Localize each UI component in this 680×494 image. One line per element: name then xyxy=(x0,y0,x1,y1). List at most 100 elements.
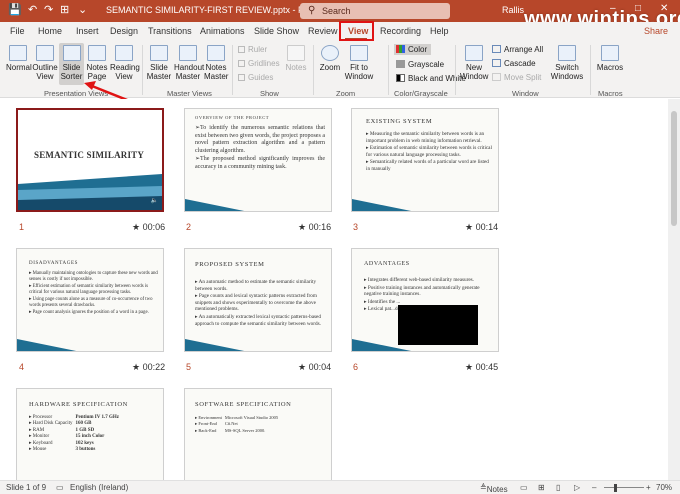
ruler-checkbox[interactable]: Ruler xyxy=(238,45,267,54)
slide-master-icon xyxy=(150,45,168,61)
fit-to-window-button[interactable]: Fit to Window xyxy=(344,45,374,81)
guides-checkbox[interactable]: Guides xyxy=(238,73,273,82)
handout-master-button[interactable]: Handout Master xyxy=(174,45,205,81)
gridlines-checkbox[interactable]: Gridlines xyxy=(238,59,280,68)
slide-bullet: ▸ Positive training instances and automa… xyxy=(364,284,480,298)
undo-icon[interactable]: ↶ xyxy=(28,3,37,17)
slide-sorter-status-icon[interactable]: ⊞ xyxy=(538,483,545,492)
group-separator xyxy=(142,45,143,95)
notes-master-button[interactable]: Notes Master xyxy=(204,45,228,81)
color-button[interactable]: Color xyxy=(394,44,432,55)
slide-title: EXISTING SYSTEM xyxy=(366,118,433,125)
outline-view-button[interactable]: Outline View xyxy=(32,45,58,81)
status-bar: Slide 1 of 9 ▭ English (Ireland) ≜ Notes… xyxy=(0,480,680,494)
bullet-text: An automatic method to estimate the sema… xyxy=(195,279,317,292)
vertical-scrollbar[interactable] xyxy=(668,99,680,480)
zoom-in-icon[interactable]: + xyxy=(646,483,651,492)
move-split-button[interactable]: Move Split xyxy=(492,73,541,82)
reading-view-icon xyxy=(115,45,133,61)
tab-insert[interactable]: Insert xyxy=(76,26,99,36)
slide-bullet: ▸ Estimation of semantic similarity betw… xyxy=(366,145,492,158)
slide-bullet: ▸ Semantically related words of a partic… xyxy=(366,159,489,172)
user-name[interactable]: Rallis xyxy=(502,5,524,15)
slide-thumbnail-2[interactable]: OVERVIEW OF THE PROJECT ➢To identify the… xyxy=(184,108,332,212)
zoom-slider[interactable] xyxy=(604,487,644,488)
zoom-level[interactable]: 70% xyxy=(656,483,672,492)
bullet-text: Manually maintaining ontologies to captu… xyxy=(29,271,158,282)
tab-slide-show[interactable]: Slide Show xyxy=(254,26,299,36)
search-placeholder: Search xyxy=(322,6,351,16)
normal-view-status-icon[interactable]: ▭ xyxy=(520,483,528,492)
slide-time-value: 00:22 xyxy=(142,362,166,372)
zoom-button[interactable]: Zoom xyxy=(317,45,343,72)
zoom-out-icon[interactable]: – xyxy=(592,483,596,492)
black-white-icon xyxy=(396,74,405,82)
reading-view-button[interactable]: Reading View xyxy=(110,45,140,81)
notes-button[interactable]: Notes xyxy=(284,45,308,72)
move-split-label: Move Split xyxy=(504,73,542,82)
autosave-icon[interactable]: 💾 xyxy=(8,3,22,17)
search-icon: ⚲ xyxy=(308,5,316,16)
black-and-white-label: Black and White xyxy=(408,74,466,83)
slide-thumbnail-7[interactable]: HARDWARE SPECIFICATION ▸ Processor Pentiu… xyxy=(16,388,164,480)
normal-view-button[interactable]: Normal xyxy=(6,45,32,72)
switch-windows-label: Switch Windows xyxy=(550,63,584,81)
tab-review[interactable]: Review xyxy=(308,26,338,36)
slide-thumbnail-6[interactable]: ADVANTAGES ▸ Integrates different web-ba… xyxy=(351,248,499,352)
slide-time-value: 00:45 xyxy=(475,362,499,372)
redo-icon[interactable]: ↷ xyxy=(44,3,53,17)
tab-home[interactable]: Home xyxy=(38,26,62,36)
tab-file[interactable]: File xyxy=(10,26,25,36)
slide-number: 1 xyxy=(19,222,25,232)
reading-view-status-icon[interactable]: ▯ xyxy=(556,483,560,492)
slide-thumbnail-5[interactable]: PROPOSED SYSTEM ▸ An automatic method to… xyxy=(184,248,332,352)
tab-animations[interactable]: Animations xyxy=(200,26,245,36)
table-row: ▸ Back-End MS-SQL Server 2000. xyxy=(195,428,281,434)
slide-title: DISADVANTAGES xyxy=(29,261,78,266)
notes-icon xyxy=(287,45,305,61)
slide-sorter-button[interactable]: Slide Sorter xyxy=(59,43,84,85)
slide-thumbnail-1[interactable]: SEMANTIC SIMILARITY 🔈 xyxy=(16,108,164,212)
share-button[interactable]: Share xyxy=(644,26,668,36)
slideshow-status-icon[interactable]: ▷ xyxy=(574,483,580,492)
bullet-text: Estimation of semantic similarity betwee… xyxy=(366,145,492,158)
new-window-button[interactable]: New Window xyxy=(460,45,488,81)
slide-bullets: ▸ An automatic method to estimate the se… xyxy=(195,279,325,328)
customize-toolbar-icon[interactable]: ⌄ xyxy=(78,3,87,17)
handout-master-label: Handout Master xyxy=(174,63,205,81)
tab-transitions[interactable]: Transitions xyxy=(148,26,192,36)
zoom-group-label: Zoom xyxy=(336,89,356,98)
language-label[interactable]: English (Ireland) xyxy=(70,483,128,492)
slide-bullet: ▸ Page counts and lexical syntactic patt… xyxy=(195,293,317,313)
presenter-icon[interactable]: ⊞ xyxy=(60,3,69,17)
zoom-slider-thumb[interactable] xyxy=(614,484,617,492)
slide-thumbnail-8[interactable]: SOFTWARE SPECIFICATION ▸ Environment Micr… xyxy=(184,388,332,480)
slide-body: ➢To identify the numerous semantic relat… xyxy=(195,125,325,173)
macros-button[interactable]: Macros xyxy=(596,45,624,72)
search-input[interactable]: ⚲ Search xyxy=(300,3,450,19)
switch-windows-button[interactable]: Switch Windows xyxy=(548,45,586,81)
slide-thumbnail-3[interactable]: EXISTING SYSTEM ▸ Measuring the semantic… xyxy=(351,108,499,212)
slide-master-button[interactable]: Slide Master xyxy=(146,45,172,81)
slide-bullet: ▸ An automatically extracted lexical syn… xyxy=(195,313,321,327)
cascade-button[interactable]: Cascade xyxy=(492,59,536,68)
ruler-label: Ruler xyxy=(248,45,268,54)
slide-thumbnail-4[interactable]: DISADVANTAGES ▸ Manually maintaining ont… xyxy=(16,248,164,352)
checkbox-icon xyxy=(238,74,245,81)
ribbon: Normal Outline View Slide Sorter Notes P… xyxy=(0,42,680,98)
notes-page-button[interactable]: Notes Page xyxy=(86,45,108,81)
accessibility-icon[interactable]: ▭ xyxy=(56,483,64,492)
bullet-text: Integrates different web-based similarit… xyxy=(367,277,474,283)
grayscale-button[interactable]: Grayscale xyxy=(396,60,444,69)
tab-recording[interactable]: Recording xyxy=(380,26,421,36)
tab-help[interactable]: Help xyxy=(430,26,449,36)
scrollbar-thumb[interactable] xyxy=(671,111,677,226)
notes-status-button[interactable]: ≜ Notes xyxy=(480,483,508,494)
slide-timing: ★ 00:04 xyxy=(298,362,332,372)
slide-decoration xyxy=(18,174,162,210)
spec-key: Mouse xyxy=(32,447,47,453)
slide-title: PROPOSED SYSTEM xyxy=(195,261,265,268)
macros-icon xyxy=(601,45,619,61)
arrange-all-button[interactable]: Arrange All xyxy=(492,45,543,54)
tab-design[interactable]: Design xyxy=(110,26,138,36)
